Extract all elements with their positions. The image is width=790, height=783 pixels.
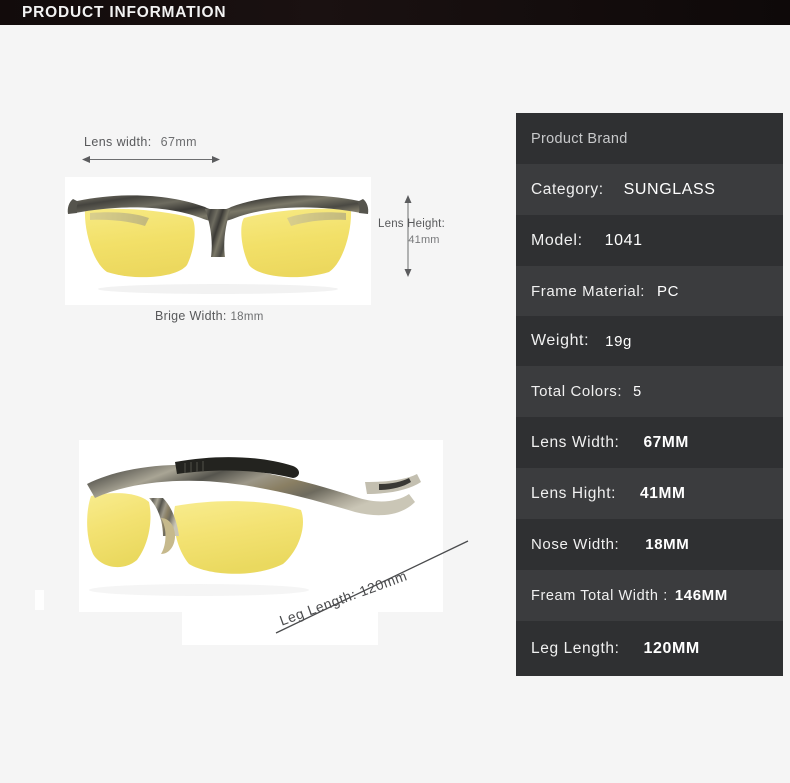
spec-value: 1041: [604, 231, 643, 249]
spec-label: Product Brand: [531, 130, 628, 147]
spec-value: 120MM: [643, 639, 700, 657]
sunglasses-front-view-graphic: [65, 177, 371, 305]
decorative-corner-mark: [35, 590, 44, 610]
spec-row-weight: Weight: 19g: [516, 316, 783, 366]
spec-row-lens-height: Lens Hight: 41MM: [516, 468, 783, 519]
spec-value: 146MM: [674, 587, 728, 604]
page-title: PRODUCT INFORMATION: [22, 4, 227, 21]
spec-value: 5: [633, 383, 642, 400]
spec-label: Total Colors:: [531, 383, 623, 400]
spec-value: PC: [657, 282, 680, 300]
lens-height-value: 41mm: [408, 234, 440, 246]
spec-row-model: Model: 1041: [516, 215, 783, 266]
spec-label: Nose Width:: [531, 536, 620, 553]
spec-label: Frame Material:: [531, 282, 646, 300]
lens-height-dimension-label: Lens Height: 41mm: [378, 217, 470, 248]
spec-row-category: Category: SUNGLASS: [516, 164, 783, 215]
sunglasses-front-view-image: [65, 177, 371, 305]
spec-label: Lens Hight:: [531, 484, 617, 502]
spec-row-total-colors: Total Colors: 5: [516, 366, 783, 417]
product-specifications-panel: Product Brand Category: SUNGLASS Model: …: [516, 113, 783, 676]
spec-value: 19g: [605, 332, 632, 350]
spec-value: 41MM: [640, 484, 686, 502]
spec-value: SUNGLASS: [623, 180, 716, 198]
product-information-header: PRODUCT INFORMATION: [0, 0, 790, 25]
bridge-width-dimension-label: Brige Width: 18mm: [155, 309, 264, 323]
lens-width-value: 67mm: [160, 135, 197, 149]
bridge-width-label-text: Brige Width:: [155, 309, 227, 323]
spec-row-lens-width: Lens Width: 67MM: [516, 417, 783, 468]
lens-width-label-text: Lens width:: [84, 135, 152, 149]
spec-label: Model:: [531, 231, 583, 249]
product-diagram-column: Lens width: 67mm Lens Height: 41mm Brige…: [0, 25, 516, 783]
spec-row-leg-length: Leg Length: 120MM: [516, 621, 783, 676]
horizontal-double-arrow-icon: [82, 156, 220, 163]
spec-row-frame-total-width: Fream Total Width : 146MM: [516, 570, 783, 621]
bridge-width-value: 18mm: [230, 311, 264, 323]
spec-row-frame-material: Frame Material: PC: [516, 266, 783, 316]
spec-label: Fream Total Width :: [531, 587, 668, 604]
spec-label: Leg Length:: [531, 639, 620, 657]
spec-row-product-brand: Product Brand: [516, 113, 783, 164]
spec-label: Weight:: [531, 332, 590, 349]
spec-value: 18MM: [645, 536, 690, 553]
spec-value: 67MM: [643, 433, 689, 451]
spec-label: Lens Width:: [531, 433, 620, 451]
spec-row-nose-width: Nose Width: 18MM: [516, 519, 783, 570]
spec-label: Category:: [531, 180, 604, 198]
lens-width-dimension-label: Lens width: 67mm: [84, 135, 197, 149]
lens-height-label-text: Lens Height:: [378, 218, 445, 230]
